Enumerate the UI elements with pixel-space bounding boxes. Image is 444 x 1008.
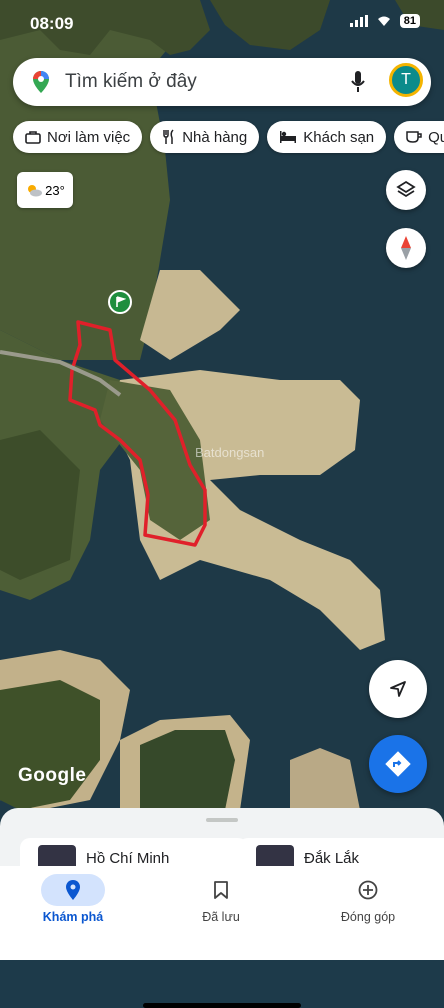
wifi-icon [377, 16, 390, 26]
battery-indicator: 81 [399, 14, 420, 28]
partly-cloudy-icon [28, 185, 43, 197]
status-bar: 08:09 81 [0, 0, 444, 46]
flag-marker-icon[interactable] [108, 290, 132, 314]
chip-hotels[interactable]: Khách sạn [267, 121, 387, 153]
map-watermark: Batdongsan [195, 445, 265, 460]
my-location-button[interactable] [369, 660, 427, 718]
weather-badge[interactable]: 23° [17, 172, 73, 208]
microphone-icon[interactable] [351, 71, 365, 93]
location-pin-icon [66, 880, 80, 900]
cafe-icon [406, 131, 422, 143]
layers-icon [396, 180, 416, 198]
home-indicator[interactable] [143, 1003, 301, 1008]
layers-button[interactable] [386, 170, 426, 210]
compass-button[interactable] [386, 228, 426, 268]
chip-label: Khách sạn [303, 128, 375, 146]
bookmark-icon [214, 881, 228, 899]
google-attribution: Google [18, 765, 87, 786]
directions-icon [385, 751, 411, 777]
category-chips: Nơi làm việc Nhà hàng Khách sạn Qu [13, 121, 444, 153]
place-label: Hồ Chí Minh [86, 849, 170, 867]
briefcase-icon [25, 131, 41, 144]
tab-saved[interactable]: Đã lưu [166, 874, 276, 924]
search-input[interactable] [63, 70, 337, 94]
bottom-navigation: Khám phá Đã lưu Đóng góp [0, 866, 444, 1008]
restaurant-icon [163, 129, 174, 144]
signal-icon [349, 15, 368, 27]
tab-label: Khám phá [42, 910, 104, 924]
chip-label: Nhà hàng [182, 128, 248, 146]
chip-cafe[interactable]: Qu [394, 121, 444, 153]
sheet-handle[interactable] [206, 818, 238, 822]
bottom-sheet[interactable]: Hồ Chí Minh Đắk Lắk Khám phá Đã lưu Đóng… [0, 808, 444, 1008]
hotel-icon [280, 131, 297, 143]
chip-label: Qu [428, 128, 444, 146]
search-bar[interactable]: T [13, 58, 431, 106]
avatar[interactable]: T [389, 63, 423, 97]
tab-contribute[interactable]: Đóng góp [313, 874, 423, 924]
chip-workplace[interactable]: Nơi làm việc [13, 121, 143, 153]
weather-temp: 23° [45, 182, 65, 198]
tab-label: Đã lưu [202, 910, 240, 924]
place-label: Đắk Lắk [304, 849, 360, 867]
chip-label: Nơi làm việc [47, 128, 131, 146]
directions-button[interactable] [369, 735, 427, 793]
add-circle-icon [358, 880, 378, 900]
tab-explore[interactable]: Khám phá [18, 874, 128, 924]
tab-label: Đóng góp [340, 910, 396, 924]
status-time: 08:09 [30, 14, 74, 33]
chip-restaurants[interactable]: Nhà hàng [150, 121, 260, 153]
navigation-arrow-icon [390, 681, 406, 697]
compass-icon [401, 236, 411, 260]
maps-pin-icon [33, 71, 49, 93]
